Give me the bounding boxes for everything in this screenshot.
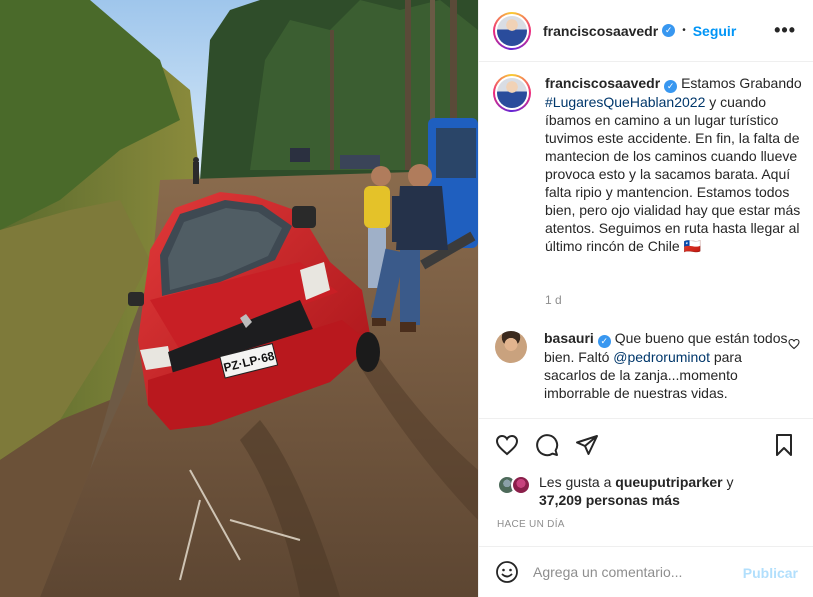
- post-photo-illustration: PZ·LP·68: [0, 0, 478, 597]
- emoji-icon[interactable]: [495, 560, 519, 584]
- verified-badge-icon: ✓: [664, 80, 678, 93]
- separator-dot: •: [682, 25, 686, 36]
- commenter-username[interactable]: basauri: [544, 330, 594, 346]
- likes-summary: Les gusta a queuputriparker y 37,209 per…: [497, 473, 734, 509]
- save-bookmark-icon[interactable]: [772, 433, 796, 457]
- caption-author-avatar[interactable]: [493, 74, 531, 112]
- like-heart-icon[interactable]: [495, 433, 519, 457]
- likes-others-link[interactable]: 37,209 personas más: [539, 492, 680, 508]
- caption-text-part-1: Estamos Grabando: [681, 75, 802, 91]
- add-comment-bar: Publicar: [479, 546, 813, 597]
- comment-mention-link[interactable]: @pedroruminot: [613, 349, 710, 365]
- commenter-avatar[interactable]: [495, 331, 527, 363]
- likers-avatars[interactable]: [497, 473, 535, 495]
- share-paper-plane-icon[interactable]: [575, 433, 599, 457]
- comment-bubble-icon[interactable]: [535, 433, 559, 457]
- author-avatar-image: [497, 15, 527, 46]
- post-photo[interactable]: PZ·LP·68: [0, 0, 478, 597]
- more-options-icon[interactable]: •••: [774, 20, 796, 41]
- caption-username[interactable]: franciscosaavedr: [545, 75, 660, 91]
- post-actions: Les gusta a queuputriparker y 37,209 per…: [479, 418, 813, 546]
- author-username[interactable]: franciscosaavedr: [543, 23, 658, 39]
- caption-time[interactable]: 1 d: [545, 293, 562, 307]
- liker-username[interactable]: queuputriparker: [615, 474, 722, 490]
- caption-author-avatar-image: [497, 78, 527, 108]
- verified-badge-icon: ✓: [597, 335, 611, 348]
- comments-list[interactable]: franciscosaavedr ✓ Estamos Grabando #Luga…: [479, 62, 813, 418]
- caption-text-part-2: y cuando íbamos en camino a un lugar tur…: [545, 94, 801, 254]
- post-date[interactable]: HACE UN DÍA: [497, 519, 565, 530]
- author-avatar[interactable]: [493, 11, 531, 50]
- liker-avatar: [511, 475, 531, 495]
- comment-item: basauri ✓ Que bueno que están todos bien.…: [493, 329, 803, 402]
- post-details-panel: franciscosaavedr ✓ • Seguir ••• francisc…: [478, 0, 813, 597]
- comment-like-heart-icon[interactable]: [788, 338, 800, 350]
- comment-input[interactable]: [533, 564, 733, 580]
- caption-hashtag-link[interactable]: #LugaresQueHablan2022: [545, 94, 705, 110]
- publish-button[interactable]: Publicar: [743, 565, 798, 581]
- comment-text: basauri ✓ Que bueno que están todos bien.…: [544, 329, 789, 402]
- likes-text: Les gusta a queuputriparker y 37,209 per…: [539, 473, 734, 509]
- post-caption: franciscosaavedr ✓ Estamos Grabando #Luga…: [493, 74, 803, 255]
- caption-text: franciscosaavedr ✓ Estamos Grabando #Luga…: [545, 74, 803, 255]
- verified-badge-icon: ✓: [662, 24, 676, 37]
- likes-prefix: Les gusta a: [539, 474, 612, 490]
- post-header: franciscosaavedr ✓ • Seguir •••: [479, 0, 813, 62]
- likes-connector: y: [726, 474, 734, 490]
- follow-button[interactable]: Seguir: [693, 23, 737, 39]
- instagram-post: PZ·LP·68 franciscosaavedr ✓ • Seguir •••: [0, 0, 813, 597]
- action-icons-group: [495, 433, 599, 457]
